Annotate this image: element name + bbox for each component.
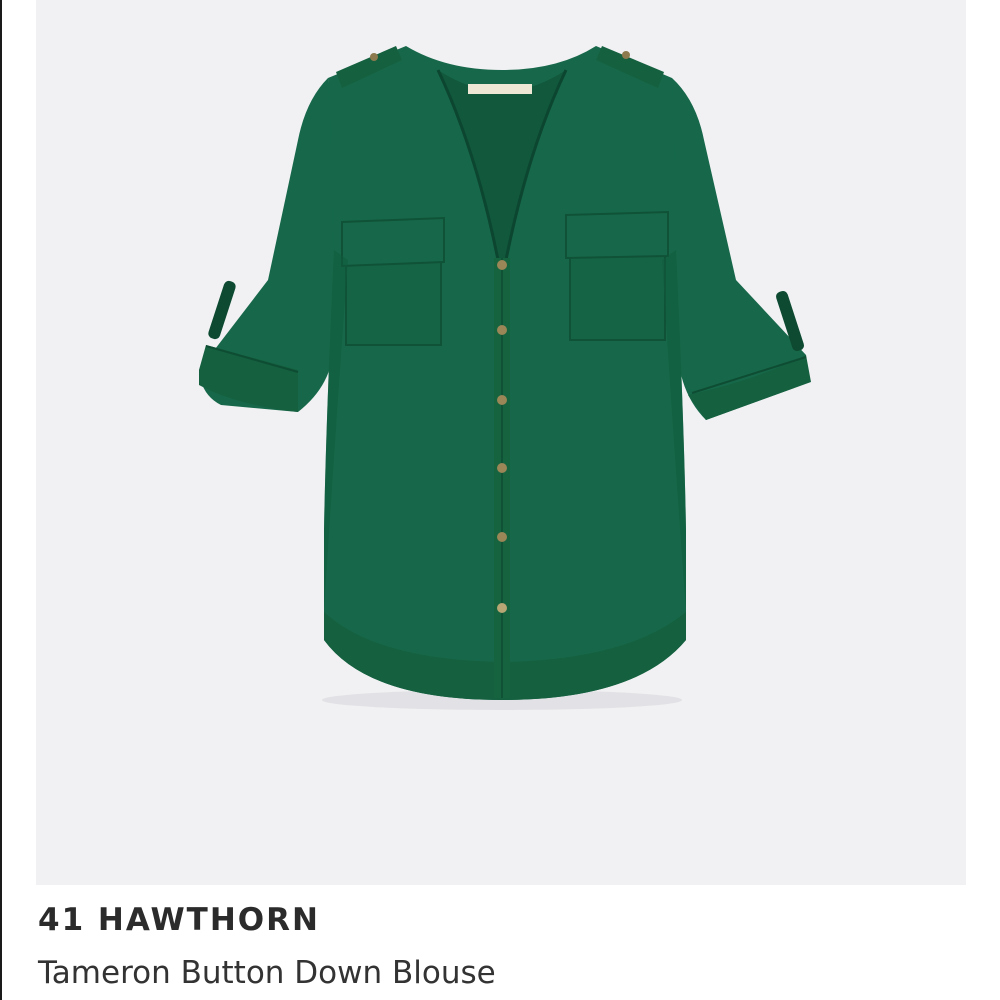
right-epaulette-button — [622, 51, 630, 59]
left-pocket-flap — [341, 216, 445, 268]
blouse-illustration — [199, 46, 811, 710]
right-pocket-flap — [565, 210, 669, 260]
product-title[interactable]: Tameron Button Down Blouse — [38, 955, 496, 991]
brand-name: 41 HAWTHORN — [38, 902, 320, 938]
product-card[interactable]: 41 HAWTHORN Tameron Button Down Blouse — [2, 0, 1000, 1000]
neck-label — [468, 84, 532, 94]
left-epaulette-button — [370, 53, 378, 61]
product-image[interactable] — [36, 0, 966, 885]
